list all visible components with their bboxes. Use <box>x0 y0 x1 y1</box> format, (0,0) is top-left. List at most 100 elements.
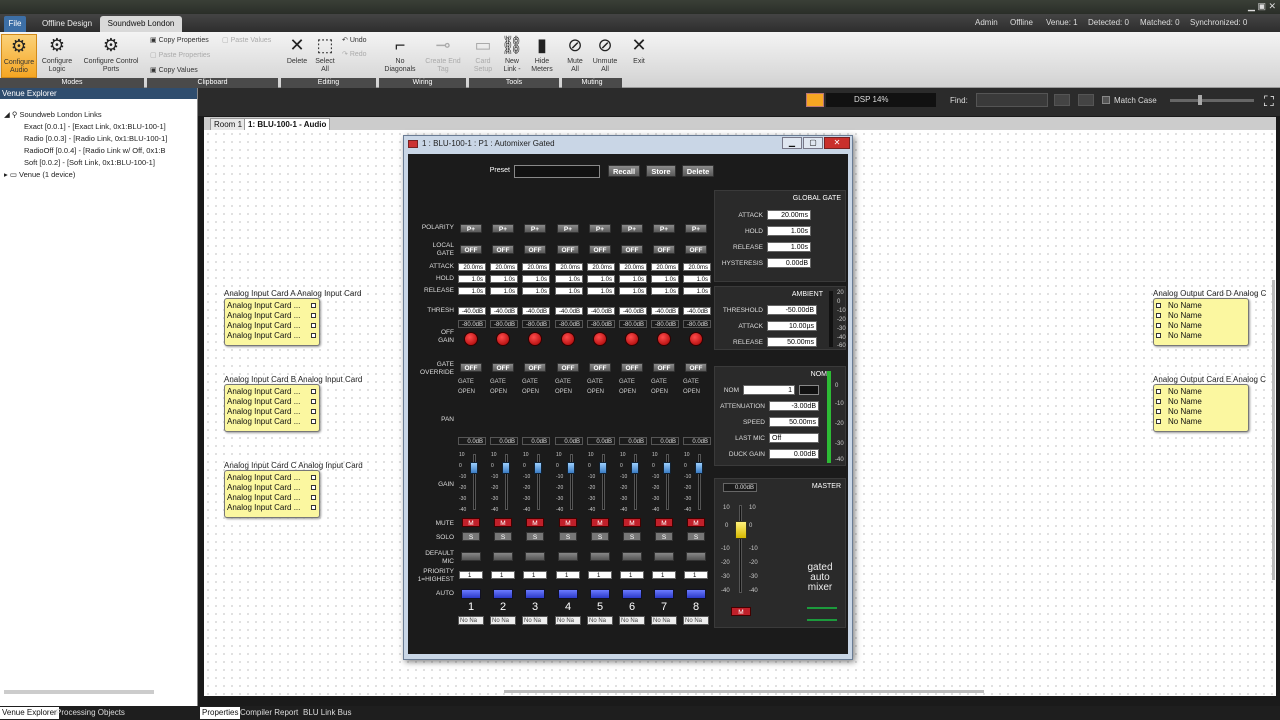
pan-value[interactable]: 0.0dB <box>555 437 583 445</box>
local-gate-button[interactable]: OFF <box>621 245 643 254</box>
gate-override-button[interactable]: OFF <box>460 363 482 372</box>
hold-field[interactable]: 1.0s <box>619 275 647 283</box>
no-diagonals-button[interactable]: ⌐ No Diagonals <box>383 34 417 74</box>
auto-button[interactable] <box>493 589 513 599</box>
nom-speed-field[interactable]: 50.00ms <box>769 417 819 427</box>
gg-hysteresis-field[interactable]: 0.00dB <box>767 258 811 268</box>
pan-value[interactable]: 0.0dB <box>587 437 615 445</box>
channel-name-field[interactable]: No Na <box>458 616 484 625</box>
zoom-slider[interactable] <box>1170 99 1254 102</box>
paste-properties-button[interactable]: ▢ Paste Properties <box>150 51 210 59</box>
tree-item-soft[interactable]: Soft [0.0.2] - [Soft Link, 0x1:BLU-100-1… <box>24 158 155 167</box>
gate-override-button[interactable]: OFF <box>685 363 707 372</box>
master-mute-button[interactable]: M <box>731 607 751 616</box>
duck-gain-field[interactable]: 0.00dB <box>769 449 819 459</box>
local-gate-button[interactable]: OFF <box>492 245 514 254</box>
bottom-tab-blu-link-bus[interactable]: BLU Link Bus <box>301 707 353 719</box>
auto-button[interactable] <box>622 589 642 599</box>
zoom-slider-thumb[interactable] <box>1198 95 1202 105</box>
block-port[interactable] <box>311 419 316 424</box>
solo-button[interactable]: S <box>526 532 544 541</box>
paste-values-button[interactable]: ▢ Paste Values <box>222 36 271 44</box>
priority-field[interactable]: 1 <box>620 571 644 579</box>
window-controls[interactable]: ▁ ▣ ✕ <box>1248 1 1276 12</box>
default-mic-button[interactable] <box>461 552 481 561</box>
priority-field[interactable]: 1 <box>684 571 708 579</box>
off-gain-knob[interactable] <box>657 332 671 346</box>
tab-offline-design[interactable]: Offline Design <box>34 16 100 32</box>
off-gain-knob[interactable] <box>496 332 510 346</box>
polarity-button[interactable]: P+ <box>685 224 707 233</box>
off-gain-value[interactable]: -80.0dB <box>651 320 679 328</box>
attack-field[interactable]: 20.0ms <box>490 263 518 271</box>
card-setup-button[interactable]: ▭ Card Setup <box>470 34 496 74</box>
mute-button[interactable]: M <box>494 518 512 527</box>
close-button[interactable]: ✕ <box>824 137 850 149</box>
amb-release-field[interactable]: 50.00ms <box>767 337 817 347</box>
attack-field[interactable]: 20.0ms <box>458 263 486 271</box>
hold-field[interactable]: 1.0s <box>683 275 711 283</box>
unmute-all-button[interactable]: ⊘ Unmute All <box>590 34 620 74</box>
off-gain-value[interactable]: -80.0dB <box>587 320 615 328</box>
thresh-field[interactable]: -40.0dB <box>555 307 583 315</box>
thresh-field[interactable]: -40.0dB <box>587 307 615 315</box>
release-field[interactable]: 1.0s <box>522 287 550 295</box>
redo-button[interactable]: ↷ Redo <box>342 50 367 58</box>
pan-value[interactable]: 0.0dB <box>683 437 711 445</box>
mute-button[interactable]: M <box>591 518 609 527</box>
thresh-field[interactable]: -40.0dB <box>490 307 518 315</box>
channel-name-field[interactable]: No Na <box>619 616 645 625</box>
solo-button[interactable]: S <box>687 532 705 541</box>
default-mic-button[interactable] <box>558 552 578 561</box>
off-gain-value[interactable]: -80.0dB <box>458 320 486 328</box>
gain-fader-cap[interactable] <box>534 462 542 474</box>
hold-field[interactable]: 1.0s <box>458 275 486 283</box>
block-port[interactable] <box>1156 389 1161 394</box>
delete-preset-button[interactable]: Delete <box>682 165 714 177</box>
channel-name-field[interactable]: No Na <box>555 616 581 625</box>
nom-attenuation-field[interactable]: -3.00dB <box>769 401 819 411</box>
hold-field[interactable]: 1.0s <box>651 275 679 283</box>
off-gain-value[interactable]: -80.0dB <box>522 320 550 328</box>
gate-override-button[interactable]: OFF <box>653 363 675 372</box>
gain-fader-cap[interactable] <box>631 462 639 474</box>
gate-override-button[interactable]: OFF <box>492 363 514 372</box>
local-gate-button[interactable]: OFF <box>557 245 579 254</box>
block-port[interactable] <box>311 389 316 394</box>
block-port[interactable] <box>1156 303 1161 308</box>
canvas-hscrollbar[interactable] <box>504 690 984 693</box>
auto-button[interactable] <box>654 589 674 599</box>
input-card-b-block[interactable]: Analog Input Card ... Analog Input Card … <box>224 384 320 432</box>
tab-soundweb-london[interactable]: Soundweb London <box>100 16 182 32</box>
block-port[interactable] <box>311 303 316 308</box>
release-field[interactable]: 1.0s <box>490 287 518 295</box>
last-mic-select[interactable]: Off <box>769 433 819 443</box>
auto-button[interactable] <box>461 589 481 599</box>
channel-name-field[interactable]: No Na <box>587 616 613 625</box>
bottom-tab-compiler-report[interactable]: Compiler Report <box>238 707 300 719</box>
block-port[interactable] <box>1156 419 1161 424</box>
mute-button[interactable]: M <box>687 518 705 527</box>
configure-audio-button[interactable]: ⚙ Configure Audio <box>1 34 37 78</box>
hold-field[interactable]: 1.0s <box>555 275 583 283</box>
gain-fader-cap[interactable] <box>599 462 607 474</box>
polarity-button[interactable]: P+ <box>460 224 482 233</box>
polarity-button[interactable]: P+ <box>653 224 675 233</box>
minimize-button[interactable]: ▁ <box>782 137 802 149</box>
undo-button[interactable]: ↶ Undo <box>342 36 367 44</box>
off-gain-knob[interactable] <box>561 332 575 346</box>
local-gate-button[interactable]: OFF <box>524 245 546 254</box>
default-mic-button[interactable] <box>654 552 674 561</box>
gg-hold-field[interactable]: 1.00s <box>767 226 811 236</box>
new-link-button[interactable]: ⛓ New Link - <box>499 34 525 74</box>
preset-select[interactable] <box>514 165 600 178</box>
priority-field[interactable]: 1 <box>556 571 580 579</box>
hold-field[interactable]: 1.0s <box>522 275 550 283</box>
configure-control-ports-button[interactable]: ⚙ Configure Control Ports <box>78 34 144 74</box>
copy-properties-button[interactable]: ▣ Copy Properties <box>150 36 209 44</box>
channel-name-field[interactable]: No Na <box>522 616 548 625</box>
thresh-field[interactable]: -40.0dB <box>458 307 486 315</box>
gain-fader-cap[interactable] <box>567 462 575 474</box>
block-port[interactable] <box>1156 313 1161 318</box>
release-field[interactable]: 1.0s <box>458 287 486 295</box>
